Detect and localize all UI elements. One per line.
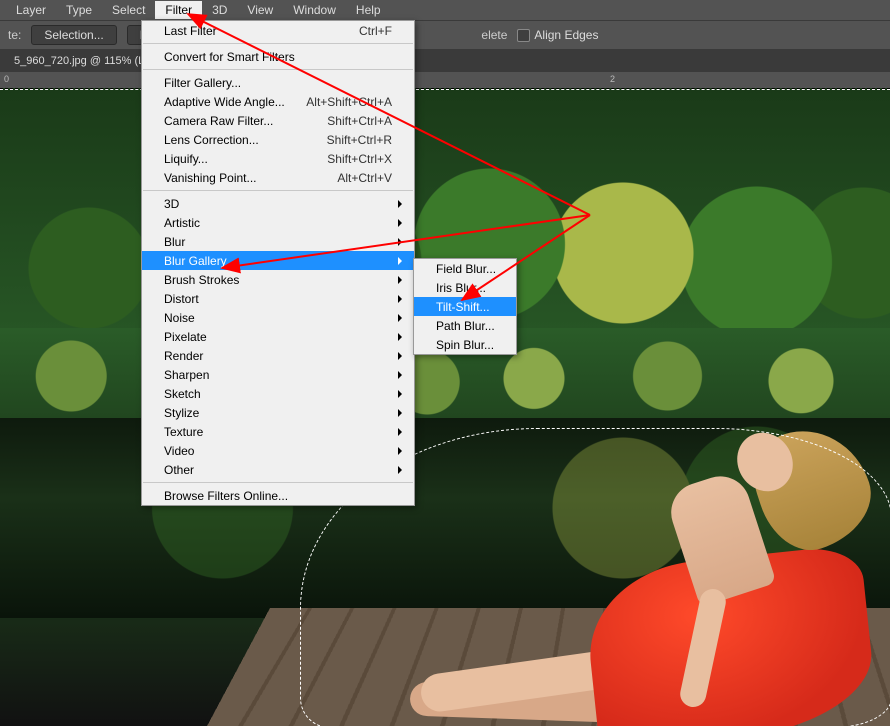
menuitem-spin-blur[interactable]: Spin Blur... — [414, 335, 516, 354]
menuitem-pixelate[interactable]: Pixelate — [142, 327, 414, 346]
menuitem-distort[interactable]: Distort — [142, 289, 414, 308]
selection-button[interactable]: Selection... — [31, 25, 116, 45]
menu-type[interactable]: Type — [56, 1, 102, 19]
menuitem-sketch[interactable]: Sketch — [142, 384, 414, 403]
menuitem-other[interactable]: Other — [142, 460, 414, 479]
menu-layer[interactable]: Layer — [6, 1, 56, 19]
menuitem-3d[interactable]: 3D — [142, 194, 414, 213]
canvas[interactable] — [0, 88, 890, 726]
menu-window[interactable]: Window — [283, 1, 346, 19]
filter-dropdown-menu: Last FilterCtrl+F Convert for Smart Filt… — [141, 20, 415, 506]
blur-gallery-submenu: Field Blur... Iris Blur... Tilt-Shift...… — [413, 258, 517, 355]
align-edges-checkbox[interactable]: Align Edges — [517, 28, 598, 42]
menuitem-liquify[interactable]: Liquify...Shift+Ctrl+X — [142, 149, 414, 168]
menu-select[interactable]: Select — [102, 1, 155, 19]
menu-3d[interactable]: 3D — [202, 1, 237, 19]
menuitem-browse-filters-online[interactable]: Browse Filters Online... — [142, 486, 414, 505]
menuitem-last-filter[interactable]: Last FilterCtrl+F — [142, 21, 414, 40]
menuitem-iris-blur[interactable]: Iris Blur... — [414, 278, 516, 297]
menuitem-stylize[interactable]: Stylize — [142, 403, 414, 422]
menuitem-lens-correction[interactable]: Lens Correction...Shift+Ctrl+R — [142, 130, 414, 149]
document-tab-bar: 5_960_720.jpg @ 115% (La — [0, 50, 890, 73]
menuitem-tilt-shift[interactable]: Tilt-Shift... — [414, 297, 516, 316]
menuitem-blur[interactable]: Blur — [142, 232, 414, 251]
menuitem-render[interactable]: Render — [142, 346, 414, 365]
align-edges-label: Align Edges — [534, 28, 598, 42]
ruler-tick: 2 — [610, 74, 615, 84]
menuitem-filter-gallery[interactable]: Filter Gallery... — [142, 73, 414, 92]
menuitem-noise[interactable]: Noise — [142, 308, 414, 327]
menu-filter[interactable]: Filter — [155, 1, 202, 19]
menu-bar: Layer Type Select Filter 3D View Window … — [0, 0, 890, 21]
menuitem-field-blur[interactable]: Field Blur... — [414, 259, 516, 278]
menuitem-convert-smart-filters[interactable]: Convert for Smart Filters — [142, 47, 414, 66]
options-label-elete: elete — [481, 28, 507, 42]
menuitem-camera-raw-filter[interactable]: Camera Raw Filter...Shift+Ctrl+A — [142, 111, 414, 130]
menuitem-brush-strokes[interactable]: Brush Strokes — [142, 270, 414, 289]
options-label-te: te: — [8, 28, 21, 42]
selection-marquee — [0, 88, 890, 90]
menuitem-path-blur[interactable]: Path Blur... — [414, 316, 516, 335]
canvas-area: 0 2 — [0, 72, 890, 726]
menuitem-blur-gallery[interactable]: Blur Gallery — [142, 251, 414, 270]
options-bar: te: Selection... Mask elete Align Edges — [0, 21, 890, 50]
horizontal-ruler: 0 2 — [0, 72, 890, 89]
menuitem-artistic[interactable]: Artistic — [142, 213, 414, 232]
menuitem-vanishing-point[interactable]: Vanishing Point...Alt+Ctrl+V — [142, 168, 414, 187]
ruler-tick: 0 — [4, 74, 9, 84]
menuitem-texture[interactable]: Texture — [142, 422, 414, 441]
document-tab[interactable]: 5_960_720.jpg @ 115% (La — [4, 52, 160, 70]
menu-help[interactable]: Help — [346, 1, 391, 19]
menuitem-video[interactable]: Video — [142, 441, 414, 460]
menuitem-sharpen[interactable]: Sharpen — [142, 365, 414, 384]
menu-view[interactable]: View — [237, 1, 283, 19]
menuitem-adaptive-wide-angle[interactable]: Adaptive Wide Angle...Alt+Shift+Ctrl+A — [142, 92, 414, 111]
